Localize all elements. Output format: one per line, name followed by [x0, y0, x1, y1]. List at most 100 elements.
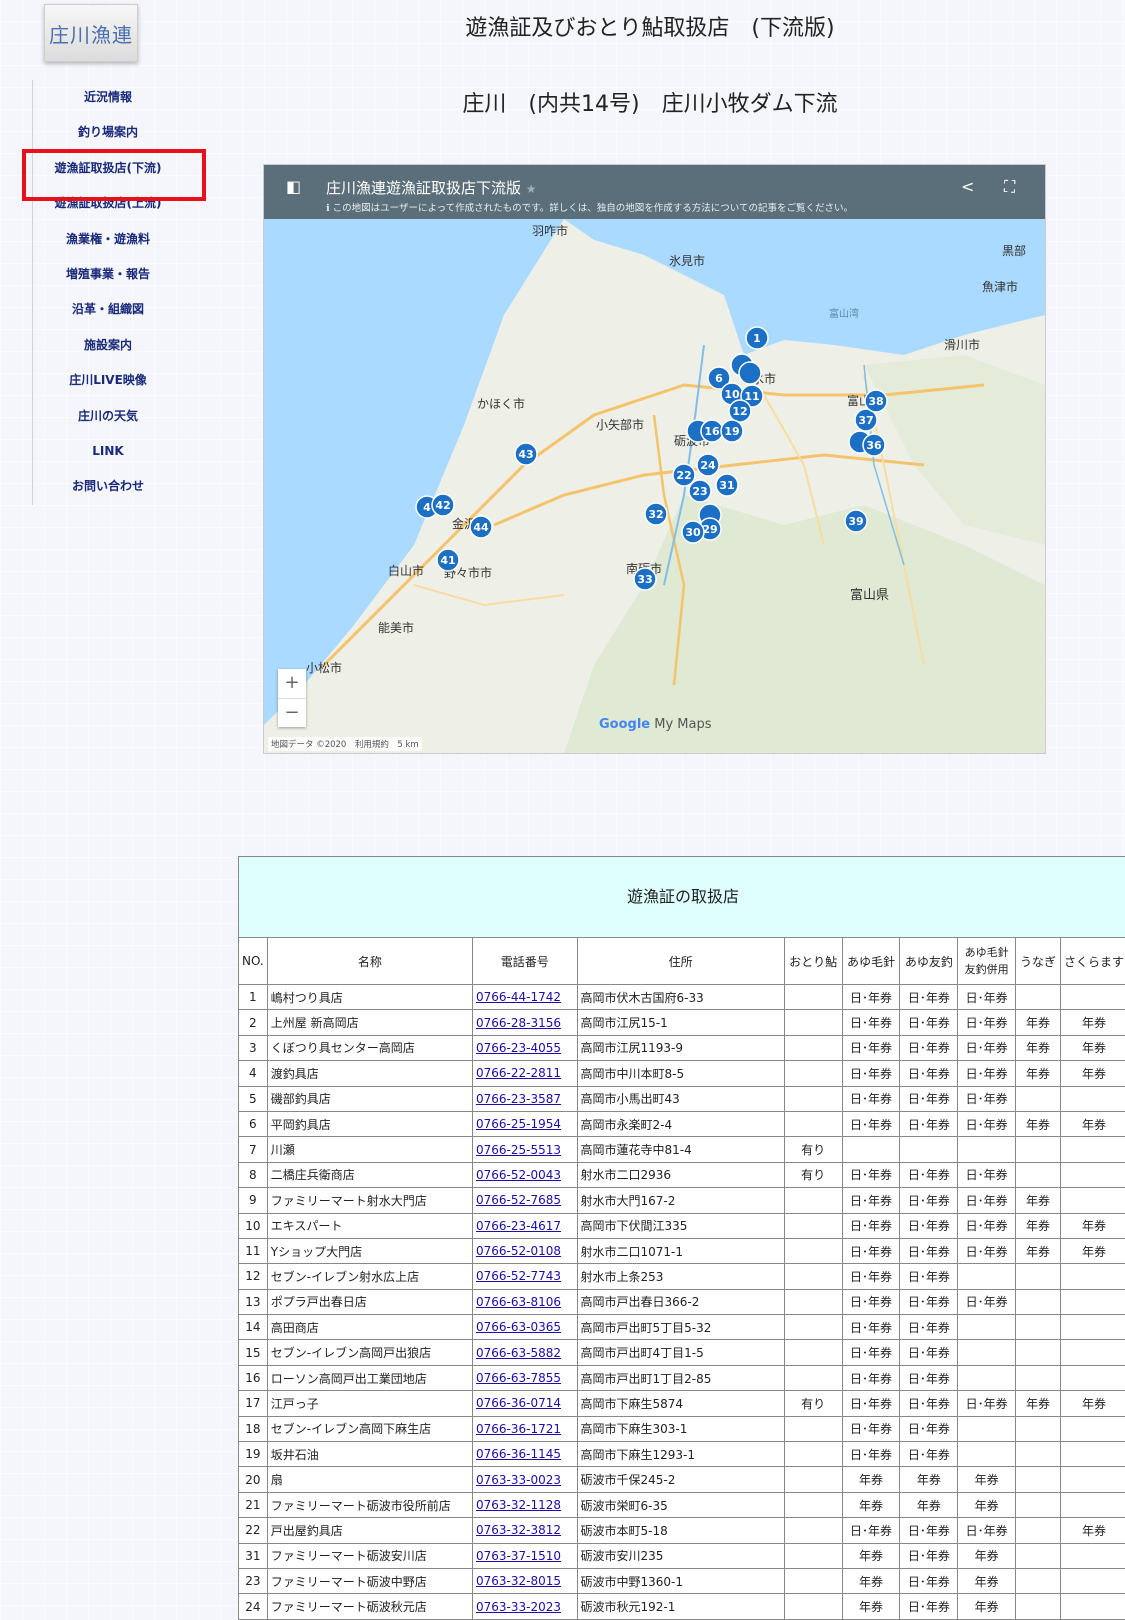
map-marker[interactable]: 32: [645, 503, 667, 525]
phone-link[interactable]: 0766-23-4055: [476, 1041, 561, 1055]
cell-address: 高岡市小馬出町43: [577, 1086, 784, 1111]
phone-link[interactable]: 0766-52-0043: [476, 1168, 561, 1182]
map-marker[interactable]: 12: [729, 400, 751, 422]
cell-address: 射水市二口2936: [577, 1162, 784, 1187]
embedded-map[interactable]: ◧ 庄川漁連遊漁証取扱店下流版 ★ ℹ この地図はユーザーによって作成されたもの…: [263, 164, 1046, 754]
cell-no: 19: [239, 1442, 268, 1467]
map-marker[interactable]: 43: [515, 443, 537, 465]
col-header-otori: おとり鮎: [784, 938, 842, 985]
nav-item-facilities[interactable]: 施設案内: [33, 328, 183, 363]
phone-link[interactable]: 0766-25-1954: [476, 1117, 561, 1131]
phone-link[interactable]: 0766-63-7855: [476, 1371, 561, 1385]
cell-no: 9: [239, 1188, 268, 1213]
phone-link[interactable]: 0766-52-7743: [476, 1269, 561, 1283]
phone-link[interactable]: 0766-63-0365: [476, 1320, 561, 1334]
svg-text:41: 41: [440, 554, 455, 567]
svg-text:12: 12: [732, 405, 747, 418]
phone-link[interactable]: 0766-52-7685: [476, 1193, 561, 1207]
table-row: 12セブン-イレブン射水広上店0766-52-7743射水市上条253日･年券日…: [239, 1264, 1125, 1289]
cell-otori: [784, 1492, 842, 1517]
map-marker[interactable]: 1: [746, 327, 768, 349]
table-row: 9ファミリーマート射水大門店0766-52-7685射水市大門167-2日･年券…: [239, 1188, 1125, 1213]
phone-link[interactable]: 0766-36-1145: [476, 1447, 561, 1461]
cell-name: くぼつり具センター高岡店: [267, 1035, 472, 1060]
cell-name: 江戸っ子: [267, 1391, 472, 1416]
phone-link[interactable]: 0763-33-2023: [476, 1600, 561, 1614]
map-marker[interactable]: 23: [689, 480, 711, 502]
site-logo[interactable]: 庄川漁連: [44, 4, 138, 62]
nav-item-live-video[interactable]: 庄川LIVE映像: [33, 363, 183, 398]
map-marker[interactable]: [739, 362, 761, 384]
phone-link[interactable]: 0763-37-1510: [476, 1549, 561, 1563]
cell-otori: [784, 1416, 842, 1441]
cell-unagi: 年券: [1016, 1238, 1061, 1263]
map-marker[interactable]: 42: [432, 494, 454, 516]
cell-otori: [784, 1315, 842, 1340]
map-marker[interactable]: 16: [701, 420, 723, 442]
map-marker[interactable]: 41: [437, 549, 459, 571]
cell-address: 高岡市伏木古国府6-33: [577, 985, 784, 1010]
map-marker[interactable]: 44: [470, 516, 492, 538]
map-attribution[interactable]: 地図データ ©2020 利用規約 5 km: [268, 737, 422, 751]
phone-link[interactable]: 0766-36-1721: [476, 1422, 561, 1436]
cell-otori: [784, 1518, 842, 1543]
map-marker[interactable]: 30: [682, 521, 704, 543]
map-marker[interactable]: 36: [863, 434, 885, 456]
share-icon[interactable]: <: [961, 177, 974, 196]
place-label: 富山湾: [829, 307, 859, 320]
phone-link[interactable]: 0766-44-1742: [476, 990, 561, 1004]
cell-address: 砺波市安川235: [577, 1543, 784, 1568]
cell-ayu-combined: 日･年券: [958, 1238, 1016, 1263]
svg-text:1: 1: [753, 332, 761, 345]
col-header-address: 住所: [577, 938, 784, 985]
table-row: 31ファミリーマート砺波安川店0763-37-1510砺波市安川235年券日･年…: [239, 1543, 1125, 1568]
nav-item-fishing-rights[interactable]: 漁業権・遊漁料: [33, 222, 183, 257]
nav-item-link[interactable]: LINK: [33, 434, 183, 469]
cell-address: 射水市大門167-2: [577, 1188, 784, 1213]
phone-link[interactable]: 0766-63-5882: [476, 1346, 561, 1360]
phone-link[interactable]: 0766-25-5513: [476, 1143, 561, 1157]
map-marker[interactable]: 19: [721, 420, 743, 442]
svg-text:31: 31: [719, 479, 734, 492]
map-marker[interactable]: 38: [865, 390, 887, 412]
cell-ayu-tomozuri: [900, 1137, 958, 1162]
zoom-out-button[interactable]: −: [278, 699, 306, 728]
phone-link[interactable]: 0763-32-3812: [476, 1523, 561, 1537]
fullscreen-icon[interactable]: ⛶: [1004, 177, 1015, 197]
map-marker[interactable]: 33: [634, 568, 656, 590]
nav-item-history[interactable]: 沿革・組織図: [33, 292, 183, 327]
nav-item-fishing-spots[interactable]: 釣り場案内: [33, 115, 183, 150]
map-marker[interactable]: 24: [697, 454, 719, 476]
phone-link[interactable]: 0766-23-3587: [476, 1092, 561, 1106]
phone-link[interactable]: 0763-33-0023: [476, 1473, 561, 1487]
table-header-row: NO. 名称 電話番号 住所 おとり鮎 あゆ毛針 あゆ友釣 あゆ毛針 友釣併用 …: [239, 938, 1125, 985]
cell-name: 渡釣具店: [267, 1061, 472, 1086]
star-icon[interactable]: ★: [526, 182, 537, 196]
map-sidebar-icon[interactable]: ◧: [286, 177, 301, 196]
cell-unagi: [1016, 1137, 1061, 1162]
zoom-in-button[interactable]: +: [278, 669, 306, 699]
nav-item-weather[interactable]: 庄川の天気: [33, 399, 183, 434]
place-label: 黒部: [1002, 243, 1026, 258]
nav-item-contact[interactable]: お問い合わせ: [33, 469, 183, 504]
phone-link[interactable]: 0766-22-2811: [476, 1066, 561, 1080]
map-marker[interactable]: 31: [716, 474, 738, 496]
map-canvas: 羽咋市 氷見市 黒部 魚津市 富山湾 滑川市 かほく市 小矢部市 水市 富山 白…: [264, 165, 1045, 753]
cell-no: 1: [239, 985, 268, 1010]
svg-text:4: 4: [423, 501, 431, 514]
map-marker[interactable]: 39: [845, 510, 867, 532]
nav-item-stocking-report[interactable]: 増殖事業・報告: [33, 257, 183, 292]
cell-sakuramasu: [1060, 985, 1125, 1010]
phone-link[interactable]: 0766-63-8106: [476, 1295, 561, 1309]
nav-item-news[interactable]: 近況情報: [33, 80, 183, 115]
cell-address: 高岡市下麻生1293-1: [577, 1442, 784, 1467]
phone-link[interactable]: 0763-32-1128: [476, 1498, 561, 1512]
phone-link[interactable]: 0766-36-0714: [476, 1396, 561, 1410]
svg-text:19: 19: [724, 425, 739, 438]
phone-link[interactable]: 0766-28-3156: [476, 1016, 561, 1030]
phone-link[interactable]: 0766-52-0108: [476, 1244, 561, 1258]
svg-text:29: 29: [702, 523, 717, 536]
phone-link[interactable]: 0763-32-8015: [476, 1574, 561, 1588]
phone-link[interactable]: 0766-23-4617: [476, 1219, 561, 1233]
cell-ayu-tomozuri: 年券: [900, 1492, 958, 1517]
